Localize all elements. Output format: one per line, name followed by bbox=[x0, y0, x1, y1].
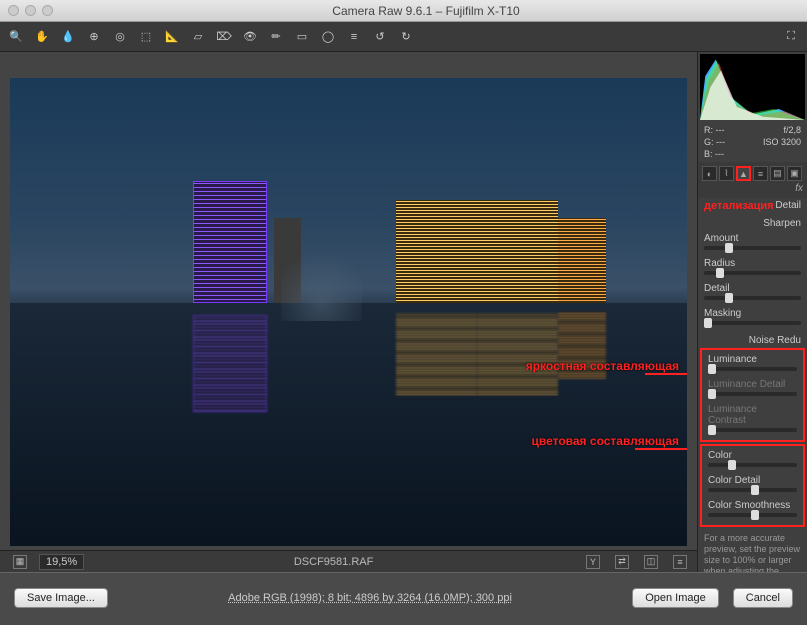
zoom-tool-icon[interactable]: 🔍 bbox=[8, 29, 24, 45]
minimize-window-icon[interactable] bbox=[25, 5, 36, 16]
readout-g: G: --- bbox=[704, 136, 763, 148]
luminance-detail-slider[interactable] bbox=[708, 392, 797, 396]
color-label: Color bbox=[708, 450, 797, 461]
rotate-cw-icon[interactable]: ↻ bbox=[398, 29, 414, 45]
luminance-slider[interactable] bbox=[708, 367, 797, 371]
settings-sidebar: R: --- G: --- B: --- f/2,8 ISO 3200 ◐ ⌇ … bbox=[697, 52, 807, 572]
zoom-window-icon[interactable] bbox=[42, 5, 53, 16]
luminance-label: Luminance bbox=[708, 354, 797, 365]
annotation-luminance: яркостная составляющая bbox=[526, 359, 679, 373]
readout-iso: ISO 3200 bbox=[763, 136, 801, 148]
hand-tool-icon[interactable]: ✋ bbox=[34, 29, 50, 45]
readout-r: R: --- bbox=[704, 124, 763, 136]
redeye-tool-icon[interactable]: 👁 bbox=[242, 29, 258, 45]
crop-tool-icon[interactable]: ⬚ bbox=[138, 29, 154, 45]
swap-icon[interactable]: ⇄ bbox=[615, 555, 629, 569]
amount-slider[interactable] bbox=[704, 246, 801, 250]
tab-hsl[interactable]: ≡ bbox=[753, 166, 768, 181]
targeted-adjust-tool-icon[interactable]: ◎ bbox=[112, 29, 128, 45]
color-sampler-tool-icon[interactable]: ⊕ bbox=[86, 29, 102, 45]
annotation-color: цветовая составляющая bbox=[532, 434, 680, 448]
top-toolbar: 🔍 ✋ 💧 ⊕ ◎ ⬚ 📐 ▱ ⌦ 👁 ✏ ▭ ◯ ≡ ↺ ↻ ⛶ bbox=[0, 22, 807, 52]
amount-label: Amount bbox=[704, 233, 801, 244]
graduated-filter-tool-icon[interactable]: ▭ bbox=[294, 29, 310, 45]
bottom-bar: Save Image... Adobe RGB (1998); 8 bit; 4… bbox=[0, 572, 807, 622]
luminance-group-highlight: Luminance Luminance Detail Luminance Con… bbox=[700, 348, 805, 442]
readout-aperture: f/2,8 bbox=[763, 124, 801, 136]
radius-slider[interactable] bbox=[704, 271, 801, 275]
tab-split[interactable]: ▤ bbox=[770, 166, 785, 181]
before-after-icon[interactable]: Y bbox=[586, 555, 600, 569]
cancel-button[interactable]: Cancel bbox=[733, 588, 793, 608]
readout: R: --- G: --- B: --- f/2,8 ISO 3200 bbox=[698, 122, 807, 162]
straighten-tool-icon[interactable]: 📐 bbox=[164, 29, 180, 45]
viewer-footer: ▦ 19,5% DSCF9581.RAF Y ⇄ ◫ ≡ bbox=[0, 550, 697, 572]
panel-title: Detail bbox=[775, 200, 801, 212]
zoom-level[interactable]: 19,5% bbox=[39, 554, 84, 570]
save-image-button[interactable]: Save Image... bbox=[14, 588, 108, 608]
masking-slider[interactable] bbox=[704, 321, 801, 325]
window-titlebar: Camera Raw 9.6.1 – Fujifilm X-T10 bbox=[0, 0, 807, 22]
luminance-detail-label: Luminance Detail bbox=[708, 379, 797, 390]
readout-b: B: --- bbox=[704, 148, 763, 160]
spot-removal-tool-icon[interactable]: ⌦ bbox=[216, 29, 232, 45]
tab-detail[interactable]: ▲ bbox=[736, 166, 751, 181]
reset-view-icon[interactable]: ≡ bbox=[673, 555, 687, 569]
luminance-contrast-label: Luminance Contrast bbox=[708, 404, 797, 426]
transform-tool-icon[interactable]: ▱ bbox=[190, 29, 206, 45]
detail-label: Detail bbox=[704, 283, 801, 294]
fullscreen-icon[interactable]: ⛶ bbox=[783, 29, 799, 45]
noise-header: Noise Redu bbox=[698, 331, 807, 348]
preferences-icon[interactable]: ≡ bbox=[346, 29, 362, 45]
color-group-highlight: Color Color Detail Color Smoothness bbox=[700, 444, 805, 527]
histogram[interactable] bbox=[700, 54, 805, 120]
detail-slider[interactable] bbox=[704, 296, 801, 300]
radial-filter-tool-icon[interactable]: ◯ bbox=[320, 29, 336, 45]
color-smoothness-slider[interactable] bbox=[708, 513, 797, 517]
tab-fx[interactable]: fx bbox=[795, 183, 803, 194]
annotation-arrow-luminance bbox=[645, 373, 687, 375]
color-slider[interactable] bbox=[708, 463, 797, 467]
rotate-ccw-icon[interactable]: ↺ bbox=[372, 29, 388, 45]
sharpening-header: Sharpen bbox=[698, 214, 807, 231]
white-balance-tool-icon[interactable]: 💧 bbox=[60, 29, 76, 45]
adjustment-brush-tool-icon[interactable]: ✏ bbox=[268, 29, 284, 45]
window-title: Camera Raw 9.6.1 – Fujifilm X-T10 bbox=[53, 4, 799, 18]
panel-tabs: ◐ ⌇ ▲ ≡ ▤ ▣ fx bbox=[698, 162, 807, 198]
masking-label: Masking bbox=[704, 308, 801, 319]
open-image-button[interactable]: Open Image bbox=[632, 588, 719, 608]
tab-basic[interactable]: ◐ bbox=[702, 166, 717, 181]
view-mode-icon[interactable]: ◫ bbox=[644, 555, 658, 569]
annotation-detail: детализация bbox=[704, 200, 774, 212]
image-viewer: яркостная составляющая цветовая составля… bbox=[0, 52, 697, 572]
filename-label: DSCF9581.RAF bbox=[96, 556, 571, 568]
traffic-lights bbox=[8, 5, 53, 16]
zoom-grid-icon[interactable]: ▦ bbox=[13, 555, 27, 569]
zoom-hint: For a more accurate preview, set the pre… bbox=[698, 529, 807, 572]
tab-lens[interactable]: ▣ bbox=[787, 166, 802, 181]
close-window-icon[interactable] bbox=[8, 5, 19, 16]
color-detail-slider[interactable] bbox=[708, 488, 797, 492]
luminance-contrast-slider[interactable] bbox=[708, 428, 797, 432]
tab-curve[interactable]: ⌇ bbox=[719, 166, 734, 181]
annotation-arrow-color bbox=[635, 448, 687, 450]
workflow-options-link[interactable]: Adobe RGB (1998); 8 bit; 4896 by 3264 (1… bbox=[122, 592, 618, 604]
preview-canvas[interactable]: яркостная составляющая цветовая составля… bbox=[10, 78, 687, 546]
